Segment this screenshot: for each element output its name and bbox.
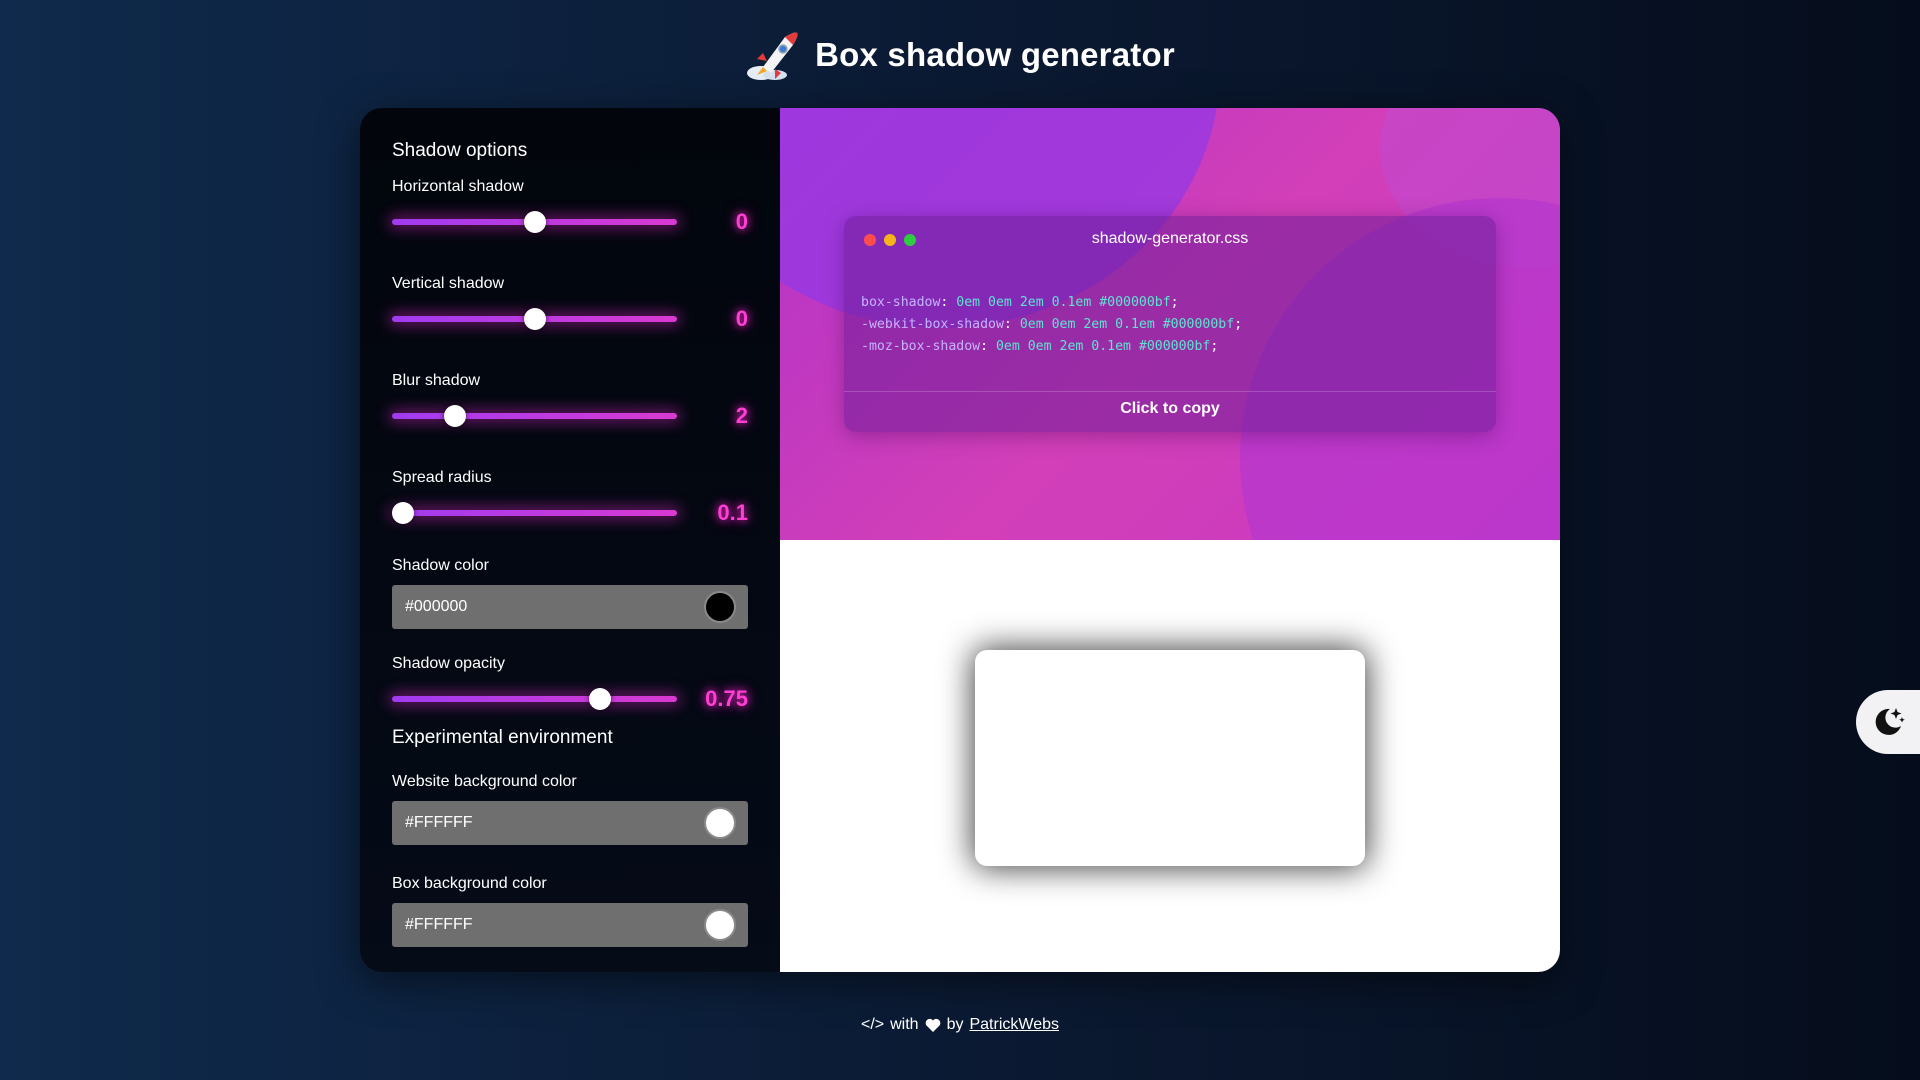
slider-thumb[interactable] [523, 308, 546, 330]
theme-toggle-button[interactable] [1856, 690, 1920, 754]
experimental-environment-title: Experimental environment [392, 727, 613, 748]
main-area: shadow-generator.css box-shadow: 0em 0em… [780, 108, 1560, 972]
css-code: box-shadow: 0em 0em 2em 0.1em #000000bf;… [861, 292, 1242, 358]
code-card-title: shadow-generator.css [1091, 230, 1249, 247]
vertical-shadow-slider[interactable]: 0 [392, 303, 748, 337]
code-value: 0em 0em 2em 0.1em #000000bf [1019, 317, 1235, 332]
generator-panel: Shadow options Horizontal shadow 0 Verti… [360, 108, 1560, 972]
shadow-opacity-label: Shadow opacity [392, 655, 505, 672]
slider-value: 0.1 [717, 500, 748, 525]
author-link[interactable]: PatrickWebs [969, 1016, 1059, 1034]
website-bg-value[interactable]: #FFFFFF [405, 814, 473, 832]
slider-label: Blur shadow [392, 372, 481, 389]
heart-icon [925, 1018, 940, 1032]
code-icon: </> [860, 1016, 885, 1033]
website-bg-label: Website background color [392, 773, 577, 790]
slider-track[interactable] [392, 696, 677, 702]
page-title: Box shadow generator [815, 36, 1175, 73]
code-line: -moz-box-shadow: 0em 0em 2em 0.1em #0000… [861, 339, 1219, 354]
page-header: Box shadow generator [0, 28, 1920, 82]
options-sidebar: Shadow options Horizontal shadow 0 Verti… [360, 108, 780, 972]
shadow-color-value[interactable]: #000000 [405, 598, 467, 616]
spread-radius-slider[interactable]: 0.1 [392, 497, 748, 531]
box-bg-swatch[interactable] [704, 909, 736, 941]
slider-thumb[interactable] [589, 688, 612, 710]
moon-stars-icon [1875, 708, 1905, 735]
slider-value: 0.75 [705, 686, 748, 711]
code-value: 0em 0em 2em 0.1em #000000bf [995, 339, 1211, 354]
slider-track[interactable] [392, 510, 677, 516]
blur-shadow-slider[interactable]: 2 [392, 400, 748, 434]
css-code-card: shadow-generator.css box-shadow: 0em 0em… [844, 216, 1496, 432]
rocket-icon [747, 32, 798, 80]
code-property: -moz-box-shadow [861, 339, 981, 354]
horizontal-shadow-slider[interactable]: 0 [392, 206, 748, 240]
code-line: -webkit-box-shadow: 0em 0em 2em 0.1em #0… [861, 317, 1243, 332]
website-bg-swatch[interactable] [704, 807, 736, 839]
spread-radius-control: Spread radius 0.1 [392, 469, 748, 531]
slider-track[interactable] [392, 413, 677, 419]
box-bg-label: Box background color [392, 875, 547, 892]
vertical-shadow-control: Vertical shadow 0 [392, 275, 748, 337]
slider-label: Vertical shadow [392, 275, 505, 292]
shadow-opacity-slider[interactable]: 0.75 [392, 683, 748, 717]
footer-with: with [890, 1016, 919, 1033]
slider-value: 0 [735, 306, 748, 331]
code-line: box-shadow: 0em 0em 2em 0.1em #000000bf; [861, 295, 1179, 310]
shadow-color-swatch[interactable] [704, 591, 736, 623]
preview-area [780, 540, 1560, 972]
box-bg-field[interactable]: #FFFFFF [392, 903, 748, 947]
shadow-color-field[interactable]: #000000 [392, 585, 748, 629]
code-value: 0em 0em 2em 0.1em #000000bf [956, 295, 1171, 310]
shadow-options-title: Shadow options [392, 140, 528, 161]
code-property: box-shadow [861, 295, 941, 310]
blur-shadow-control: Blur shadow 2 [392, 372, 748, 434]
preview-box [975, 650, 1365, 866]
slider-label: Horizontal shadow [392, 178, 524, 195]
slider-value: 2 [735, 403, 748, 428]
slider-value: 0 [735, 209, 748, 234]
slider-thumb[interactable] [443, 405, 466, 427]
code-property: -webkit-box-shadow [861, 317, 1004, 332]
footer-by: by [946, 1016, 964, 1033]
card-divider [844, 391, 1496, 392]
slider-thumb[interactable] [523, 211, 546, 233]
shadow-color-label: Shadow color [392, 557, 489, 574]
box-bg-value[interactable]: #FFFFFF [405, 916, 473, 934]
copy-button[interactable]: Click to copy [844, 400, 1496, 418]
slider-thumb[interactable] [392, 502, 415, 524]
horizontal-shadow-control: Horizontal shadow 0 [392, 178, 748, 240]
website-bg-field[interactable]: #FFFFFF [392, 801, 748, 845]
slider-label: Spread radius [392, 469, 492, 486]
page-footer: </> with by PatrickWebs [0, 1016, 1920, 1034]
code-hero: shadow-generator.css box-shadow: 0em 0em… [780, 108, 1560, 540]
